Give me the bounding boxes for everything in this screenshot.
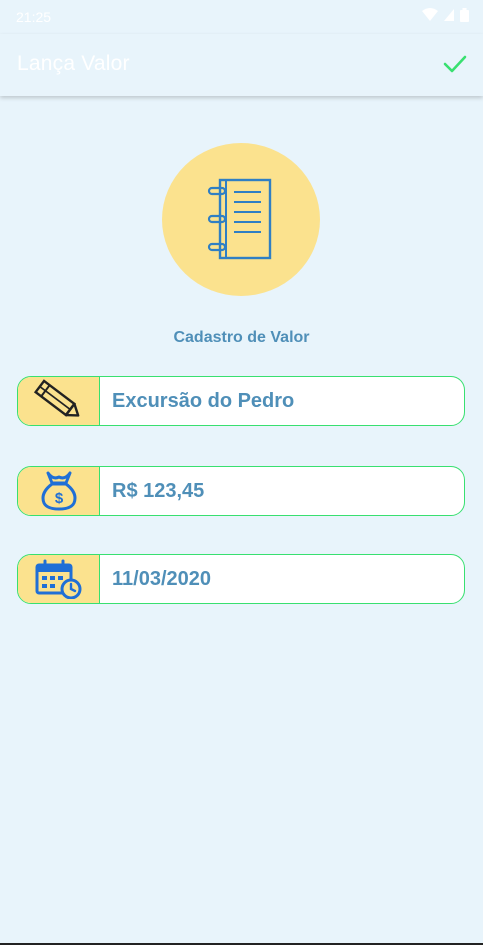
pencil-icon [33,379,79,417]
money-bag-icon: $ [41,471,76,511]
notebook-icon [207,178,272,259]
status-bar: 21:25 [0,0,483,34]
confirm-button[interactable] [441,50,469,78]
description-icon-box [18,377,100,425]
app-bar: Lança Valor [0,34,483,96]
amount-input[interactable] [100,467,464,515]
amount-field[interactable]: $ [17,466,465,516]
battery-icon [460,8,469,22]
description-field[interactable] [17,376,465,426]
signal-icon [444,9,454,21]
app-title: Lança Valor [17,52,130,75]
check-icon [443,55,467,73]
status-icons [422,8,469,22]
svg-text:$: $ [54,490,63,507]
status-time: 21:25 [16,9,52,25]
amount-icon-box: $ [18,467,100,515]
date-icon-box [18,555,100,603]
section-title: Cadastro de Valor [173,329,310,346]
date-field[interactable] [17,554,465,604]
date-input[interactable] [100,555,464,603]
hero-circle [162,143,320,296]
description-input[interactable] [100,377,464,425]
wifi-icon [422,8,438,21]
calendar-clock-icon [35,559,81,599]
